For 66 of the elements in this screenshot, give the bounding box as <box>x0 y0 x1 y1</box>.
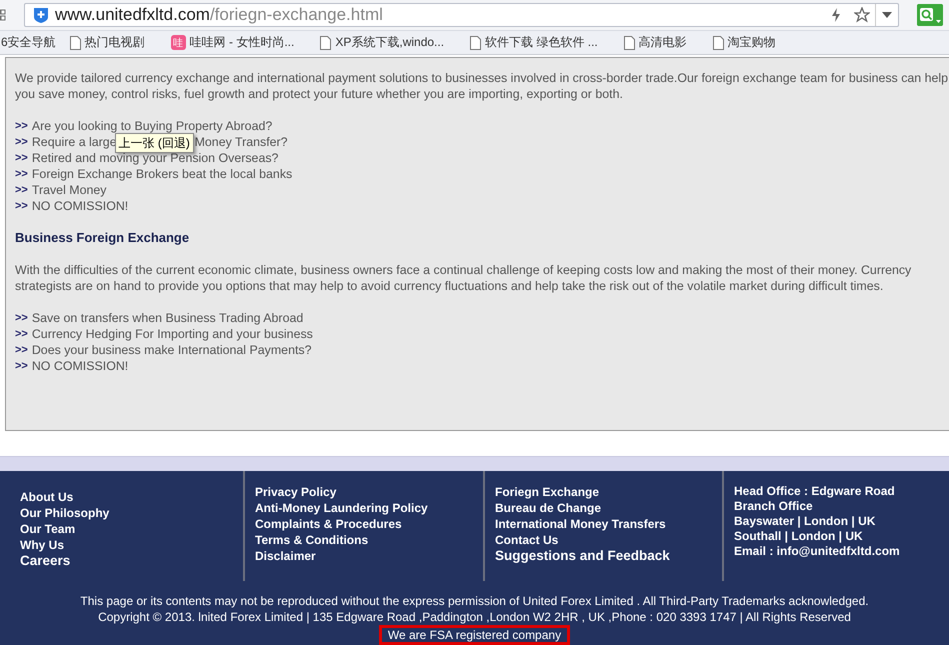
footer-link[interactable]: Anti-Money Laundering Policy <box>255 500 483 516</box>
bullet-marker: >> <box>15 343 28 358</box>
bullet-marker: >> <box>15 199 28 214</box>
footer-link[interactable]: About Us <box>20 489 243 505</box>
footer-link[interactable]: Foriegn Exchange <box>495 484 722 500</box>
list-item-text: Retired and moving your Pension Overseas? <box>32 150 278 166</box>
section-heading: Business Foreign Exchange <box>15 230 190 246</box>
page-icon <box>470 36 482 50</box>
search-button[interactable] <box>917 4 943 26</box>
address-bar[interactable]: www.unitedfxltd.com/foriegn-exchange.html <box>24 3 899 27</box>
bookmark[interactable]: 热门电视剧 <box>70 34 145 51</box>
shield-plus-icon <box>33 7 49 23</box>
contact-text: Bayswater | London | UK <box>734 514 876 529</box>
contact-text: Head Office : Edgware Road <box>734 484 896 499</box>
bookmark[interactable]: 软件下载 绿色软件 ... <box>470 34 598 51</box>
contact-text: Branch Office <box>734 499 814 514</box>
page-icon <box>624 36 635 50</box>
footer-link[interactable]: Complaints & Procedures <box>255 516 483 532</box>
list-item-text: Foreign Exchange Brokers beat the local banks <box>32 166 292 182</box>
list-item-text: NO COMISSION! <box>32 198 128 214</box>
bullet-marker: >> <box>15 183 28 198</box>
star-icon[interactable] <box>854 7 870 23</box>
page-icon <box>320 36 332 50</box>
footer-link[interactable]: Contact Us <box>495 532 722 548</box>
list-item-text: Are you looking to Buying Property Abroad? <box>32 118 272 134</box>
contact-text: Southall | London | UK <box>734 529 864 544</box>
bookmark[interactable]: 高清电影 <box>624 34 687 51</box>
contact-text: Email : info@unitedfxltd.com <box>734 544 901 559</box>
footer-link[interactable]: Our Team <box>20 521 243 537</box>
tooltip: 上一张 (回退) <box>114 133 194 153</box>
list-item-text: Money Transfer? <box>194 134 288 150</box>
bookmark[interactable]: 哇 哇哇网 - 女性时尚... <box>170 34 294 51</box>
bookmark[interactable]: XP系统下载,windo... <box>320 34 444 51</box>
footer-link[interactable]: Careers <box>20 553 243 569</box>
copyright-text: Copyright © 2013. lnited Forex Limited | 135 Edgware Road ,Paddington ,London W2 2HR , UK ,Phone : 020 3393 1747 | All Rights Reserved <box>98 609 851 625</box>
bullet-marker: >> <box>15 359 28 374</box>
bullet-marker: >> <box>15 311 28 326</box>
footer-link[interactable]: Privacy Policy <box>255 484 483 500</box>
list-item-text: NO COMISSION! <box>32 358 128 374</box>
footer-link[interactable]: Our Philosophy <box>20 505 243 521</box>
fsa-notice: We are FSA registered company <box>378 625 570 645</box>
footer-link[interactable]: Bureau de Change <box>495 500 722 516</box>
body-paragraph: With the difficulties of the current economic climate, business owners face a continual challenge of keeping costs low and making the most of their money. Currency strategists are on hand to provide you options that may help to avoid currency fluctuations and help take the risk out of the volatile market during difficult times. <box>15 262 912 294</box>
list-item-text: Does your business make International Payments? <box>32 342 312 358</box>
list-item-text: Currency Hedging For Importing and your business <box>32 326 313 342</box>
caret-icon <box>882 12 892 18</box>
bullet-marker: >> <box>15 167 28 182</box>
footer-link[interactable]: Terms & Conditions <box>255 532 483 548</box>
page-icon <box>70 36 81 50</box>
bullet-marker: >> <box>15 135 28 150</box>
bullet-marker: >> <box>15 119 28 134</box>
page-icon <box>712 36 724 50</box>
list-item-text: Travel Money <box>32 182 106 198</box>
intro-paragraph: We provide tailored currency exchange and international payment solutions to businesses involved in cross-border trade.Our foreign exchange team for business can help you save money, control risks, fuel growth and protect your future whether you are importing, exporting or both. <box>15 70 949 102</box>
list-item-text: Save on transfers when Business Trading Abroad <box>32 310 304 326</box>
bullet-marker: >> <box>15 327 28 342</box>
list-item-text: Require a large <box>32 134 117 150</box>
bullet-marker: >> <box>15 151 28 166</box>
bookmark[interactable]: 淘宝购物 <box>712 34 776 51</box>
badge-icon: 哇 <box>170 35 186 50</box>
footer-link[interactable]: Why Us <box>20 537 243 553</box>
footer-link[interactable]: Suggestions and Feedback <box>495 548 722 564</box>
footer-link[interactable]: International Money Transfers <box>495 516 722 532</box>
bookmark[interactable]: 6安全导航 <box>1 34 56 51</box>
notice-text: This page or its contents may not be reproduced without the express permission of United Forex Limited . All Third-Party Trademarks acknowledged. <box>80 593 869 609</box>
footer-link[interactable]: Disclaimer <box>255 548 483 564</box>
